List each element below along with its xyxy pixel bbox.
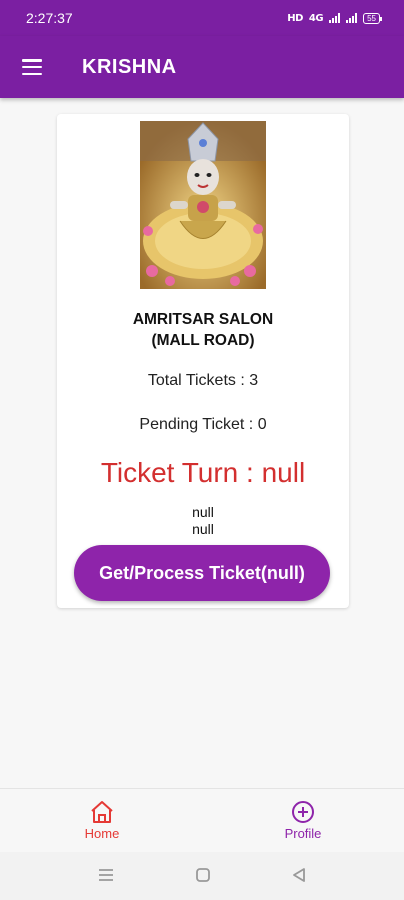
hd-label: HD <box>287 12 303 24</box>
app-title: KRISHNA <box>82 55 177 78</box>
null-text-2: null <box>192 521 214 537</box>
recent-apps-icon[interactable] <box>97 866 115 884</box>
hamburger-menu-icon[interactable] <box>22 59 42 75</box>
home-system-icon[interactable] <box>194 866 212 884</box>
nav-home[interactable]: Home <box>42 789 162 853</box>
null-text-1: null <box>192 504 214 520</box>
krishna-idol-image <box>140 121 266 289</box>
ticket-turn: Ticket Turn : null <box>100 457 306 488</box>
salon-card: AMRITSAR SALON (MALL ROAD) Total Tickets… <box>57 114 349 608</box>
status-bar: 2:27:37 HD 4G 55 <box>0 0 404 36</box>
pending-ticket: Pending Ticket : 0 <box>139 416 267 433</box>
signal-icon <box>329 13 341 23</box>
total-tickets: Total Tickets : 3 <box>147 372 259 389</box>
status-time: 2:27:37 <box>26 10 73 26</box>
status-icons: HD 4G 55 <box>287 12 382 24</box>
bottom-navigation: Home Profile <box>0 788 404 852</box>
battery-icon: 55 <box>363 12 382 24</box>
add-circle-icon <box>292 801 314 823</box>
network-type-label: 4G <box>308 12 324 24</box>
system-navigation-bar <box>0 852 404 900</box>
get-process-ticket-button[interactable]: Get/Process Ticket(null) <box>74 545 330 601</box>
salon-name-line2: (MALL ROAD) <box>151 332 255 349</box>
salon-name-line1: AMRITSAR SALON <box>132 311 274 328</box>
salon-name: AMRITSAR SALON (MALL ROAD) <box>57 309 349 351</box>
signal-icon-2 <box>346 13 358 23</box>
nav-home-label: Home <box>84 826 120 841</box>
home-icon <box>91 801 113 823</box>
app-bar: KRISHNA <box>0 36 404 98</box>
back-icon[interactable] <box>290 866 308 884</box>
nav-profile[interactable]: Profile <box>243 789 363 853</box>
nav-profile-label: Profile <box>284 826 322 841</box>
